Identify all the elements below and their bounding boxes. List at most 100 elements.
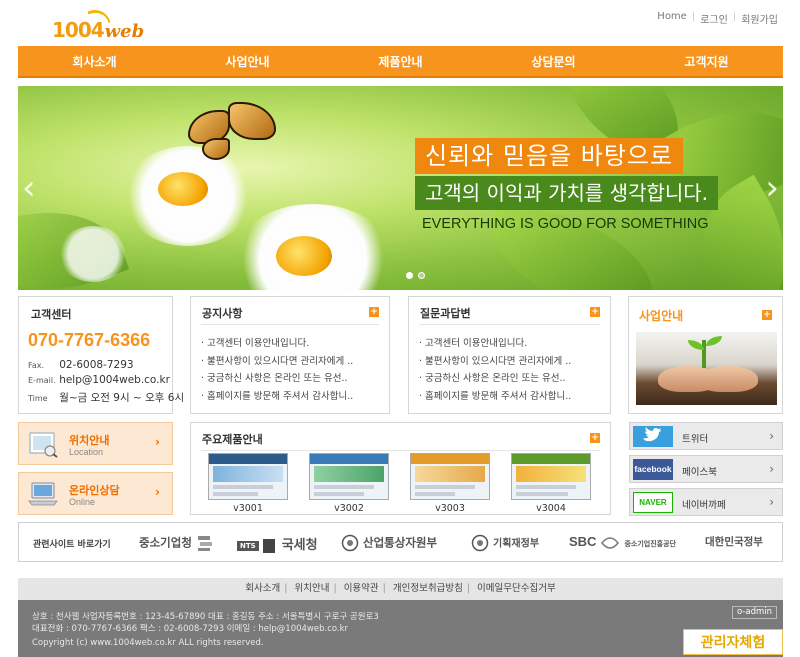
products-box: 주요제품안내 + v3001 v3002 v3003 v3004 [190, 422, 611, 515]
email-value[interactable]: help@1004web.co.kr [59, 374, 170, 386]
qna-title: 질문과답변 [420, 307, 471, 320]
footer-link-location[interactable]: 위치안내 [294, 583, 329, 594]
admin-experience-button[interactable]: 관리자체험 [683, 629, 783, 655]
related-site-korea[interactable]: 대한민국정부 [705, 534, 763, 549]
fax-value: 02-6008-7293 [59, 359, 134, 371]
products-title: 주요제품안내 [202, 433, 263, 446]
list-item[interactable]: · 홈페이지를 방문해 주셔서 감사합니.. [419, 388, 571, 406]
admin-button[interactable]: o-admin [731, 606, 777, 619]
footer-link-privacy[interactable]: 개인정보취급방침 [393, 583, 463, 594]
notice-header: 공지사항 + [201, 297, 379, 325]
email-label: E-mail. [28, 376, 56, 385]
list-item[interactable]: · 궁금하신 사항은 온라인 또는 유선.. [419, 370, 571, 388]
daisy-center [276, 236, 332, 276]
hand-shape [698, 366, 758, 392]
list-item[interactable]: · 궁금하신 사항은 온라인 또는 유선.. [201, 370, 353, 388]
footer-links: 회사소개 | 위치안내 | 이용약관 | 개인정보취급방침 | 이메일무단수집거부 [18, 578, 783, 600]
footer-link-no-email[interactable]: 이메일무단수집거부 [477, 583, 556, 594]
site-logo[interactable]: 1004 web [52, 5, 145, 42]
plus-icon[interactable]: + [590, 433, 600, 443]
qna-header: 질문과답변 + [419, 297, 600, 325]
smba-logo-icon [197, 536, 212, 551]
home-link[interactable]: Home [657, 11, 687, 26]
location-button[interactable]: 위치안내 Location › [18, 422, 173, 465]
naver-cafe-link[interactable]: NAVER 네이버까페 › [629, 488, 783, 516]
product-thumbnail [309, 453, 389, 500]
plus-icon[interactable]: + [590, 307, 600, 317]
nav-item-support[interactable]: 고객지원 [630, 46, 783, 76]
twitter-icon [633, 426, 673, 447]
slide-dot[interactable] [406, 272, 413, 279]
related-site-sbc[interactable]: SBC 중소기업진흥공단 [569, 534, 676, 551]
footer-link-company[interactable]: 회사소개 [245, 583, 280, 594]
product-item[interactable]: v3003 [410, 453, 490, 514]
product-name: v3004 [536, 503, 566, 514]
customer-center-box: 고객센터 070-7767-6366 Fax. 02-6008-7293 E-m… [18, 296, 184, 414]
related-sites-label: 관련사이트 바로가기 [33, 540, 111, 550]
product-item[interactable]: v3002 [309, 453, 389, 514]
related-sites-bar: 관련사이트 바로가기 중소기업청 NTS 국세청 산업통상자원부 기획재정부 S… [18, 522, 783, 562]
facebook-label: 페이스북 [682, 467, 717, 478]
list-item[interactable]: · 불편사항이 있으시다면 관리자에게 .. [419, 353, 571, 371]
logo-web: web [104, 21, 145, 42]
product-item[interactable]: v3004 [511, 453, 591, 514]
signup-link[interactable]: 회원가입 [741, 11, 778, 26]
customer-center-title: 고객센터 [31, 308, 72, 321]
fax-label: Fax. [28, 361, 45, 370]
online-consult-button[interactable]: 온라인상담 Online › [18, 472, 173, 515]
butterfly-icon [188, 102, 278, 172]
business-title: 사업안내 [639, 309, 684, 323]
slide-dot[interactable] [418, 272, 425, 279]
list-item[interactable]: · 고객센터 이용안내입니다. [419, 335, 571, 353]
daisy-center [158, 172, 208, 206]
footer-link-terms[interactable]: 이용약관 [344, 583, 379, 594]
related-site-smba[interactable]: 중소기업청 [139, 534, 214, 552]
fax-row: Fax. 02-6008-7293 [28, 359, 134, 371]
business-image[interactable] [636, 332, 777, 405]
product-item[interactable]: v3001 [208, 453, 288, 514]
hero-banner: 신뢰와 믿음을 바탕으로 고객의 이익과 가치를 생각합니다. EVERYTHI… [18, 86, 783, 290]
prev-arrow-icon[interactable]: ‹ [22, 171, 36, 205]
slide-indicator [406, 272, 425, 279]
footer: 상호 : 천사웹 사업자등록번호 : 123-45-67890 대표 : 홍길동… [18, 600, 783, 657]
twitter-label: 트위터 [682, 434, 709, 445]
naver-cafe-label: 네이버까페 [682, 500, 726, 511]
customer-phone: 070-7767-6366 [28, 330, 151, 350]
company-info-line: 상호 : 천사웹 사업자등록번호 : 123-45-67890 대표 : 홍길동… [32, 612, 379, 622]
naver-icon: NAVER [633, 492, 673, 513]
product-thumbnail [511, 453, 591, 500]
login-link[interactable]: 로그인 [700, 11, 728, 26]
related-site-mosf[interactable]: 기획재정부 [471, 534, 539, 552]
business-box: 사업안내 + [628, 296, 783, 414]
notice-box: 공지사항 + · 고객센터 이용안내입니다. · 불편사항이 있으시다면 관리자… [190, 296, 390, 414]
product-name: v3001 [233, 503, 263, 514]
list-item[interactable]: · 홈페이지를 방문해 주셔서 감사합니.. [201, 388, 353, 406]
twitter-link[interactable]: 트위터 › [629, 422, 783, 450]
hero-headline: 신뢰와 믿음을 바탕으로 [415, 138, 684, 174]
nav-item-consult[interactable]: 상담문의 [477, 46, 630, 76]
list-item[interactable]: · 불편사항이 있으시다면 관리자에게 .. [201, 353, 353, 371]
related-site-nts[interactable]: NTS 국세청 [237, 534, 318, 553]
related-site-motie[interactable]: 산업통상자원부 [341, 534, 437, 552]
notice-title: 공지사항 [202, 307, 243, 320]
contact-info-line: 대표전화 : 070-7767-6366 팩스 : 02-6008-7293 이… [32, 624, 349, 634]
separator: | [732, 11, 737, 22]
notice-list: · 고객센터 이용안내입니다. · 불편사항이 있으시다면 관리자에게 .. ·… [201, 335, 353, 405]
facebook-link[interactable]: facebook 페이스북 › [629, 455, 783, 483]
nav-item-products[interactable]: 제품안내 [324, 46, 477, 76]
consult-title: 온라인상담 [69, 484, 120, 497]
time-value: 월~금 오전 9시 ~ 오후 6시 [59, 392, 185, 404]
nav-item-business[interactable]: 사업안내 [171, 46, 324, 76]
list-item[interactable]: · 고객센터 이용안내입니다. [201, 335, 353, 353]
government-emblem-icon [341, 534, 359, 552]
nav-item-company[interactable]: 회사소개 [18, 46, 171, 76]
location-subtitle: Location [69, 447, 104, 457]
chevron-right-icon: › [155, 485, 160, 499]
daisy-flower-icon [58, 226, 128, 282]
product-name: v3003 [435, 503, 465, 514]
plus-icon[interactable]: + [369, 307, 379, 317]
next-arrow-icon[interactable]: › [765, 171, 779, 205]
main-nav: 회사소개 사업안내 제품안내 상담문의 고객지원 [18, 46, 783, 78]
plus-icon[interactable]: + [762, 310, 772, 320]
chevron-right-icon: › [769, 429, 774, 443]
